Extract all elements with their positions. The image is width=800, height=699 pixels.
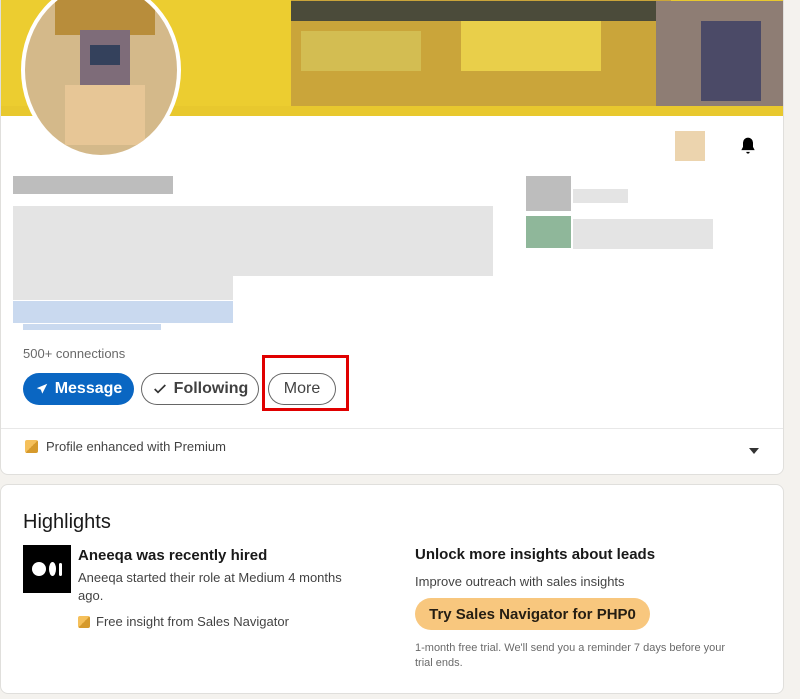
redacted-company-logo [526, 176, 571, 211]
trial-note: 1-month free trial. We'll send you a rem… [415, 642, 726, 669]
divider [1, 428, 783, 429]
redacted-headline [13, 206, 493, 276]
redacted-name [13, 176, 173, 194]
redacted-school-logo [526, 216, 571, 248]
profile-card: 500+ connections Message Following More … [0, 0, 784, 475]
caret-down-icon[interactable] [749, 448, 759, 454]
message-label: Message [54, 380, 123, 397]
hired-description: Aneeqa started their role at Medium 4 mo… [78, 570, 342, 603]
company-logo-thumbnail[interactable] [675, 131, 705, 161]
unlock-subtitle: Improve outreach with sales insights [415, 574, 625, 589]
medium-logo[interactable] [23, 545, 71, 593]
redacted-company-name [573, 189, 628, 203]
message-button[interactable]: Message [23, 373, 134, 405]
redacted-location [13, 276, 233, 300]
send-icon [36, 383, 47, 394]
profile-avatar [21, 0, 181, 159]
more-button[interactable]: More [268, 373, 336, 405]
premium-row[interactable]: Profile enhanced with Premium [25, 439, 226, 454]
redacted-website-link[interactable] [23, 324, 161, 330]
following-button[interactable]: Following [141, 373, 259, 405]
following-label: Following [173, 380, 249, 397]
free-insight-row: Free insight from Sales Navigator [78, 614, 289, 629]
premium-icon [78, 615, 90, 628]
hired-title: Aneeqa was recently hired [78, 547, 268, 564]
highlights-title: Highlights [23, 511, 111, 533]
connections-count[interactable]: 500+ connections [23, 346, 125, 361]
highlights-card: Highlights Aneeqa was recently hired Ane… [0, 484, 784, 694]
unlock-title: Unlock more insights about leads [415, 546, 656, 563]
premium-text: Profile enhanced with Premium [46, 439, 226, 454]
free-insight-text: Free insight from Sales Navigator [96, 614, 289, 629]
redacted-school-name [573, 219, 713, 249]
bell-icon[interactable] [737, 135, 759, 157]
check-icon [153, 384, 166, 394]
premium-icon [25, 440, 38, 453]
redacted-portfolio-link[interactable] [13, 301, 233, 323]
try-sales-navigator-button[interactable]: Try Sales Navigator for PHP0 [415, 598, 650, 630]
more-label: More [283, 380, 321, 397]
